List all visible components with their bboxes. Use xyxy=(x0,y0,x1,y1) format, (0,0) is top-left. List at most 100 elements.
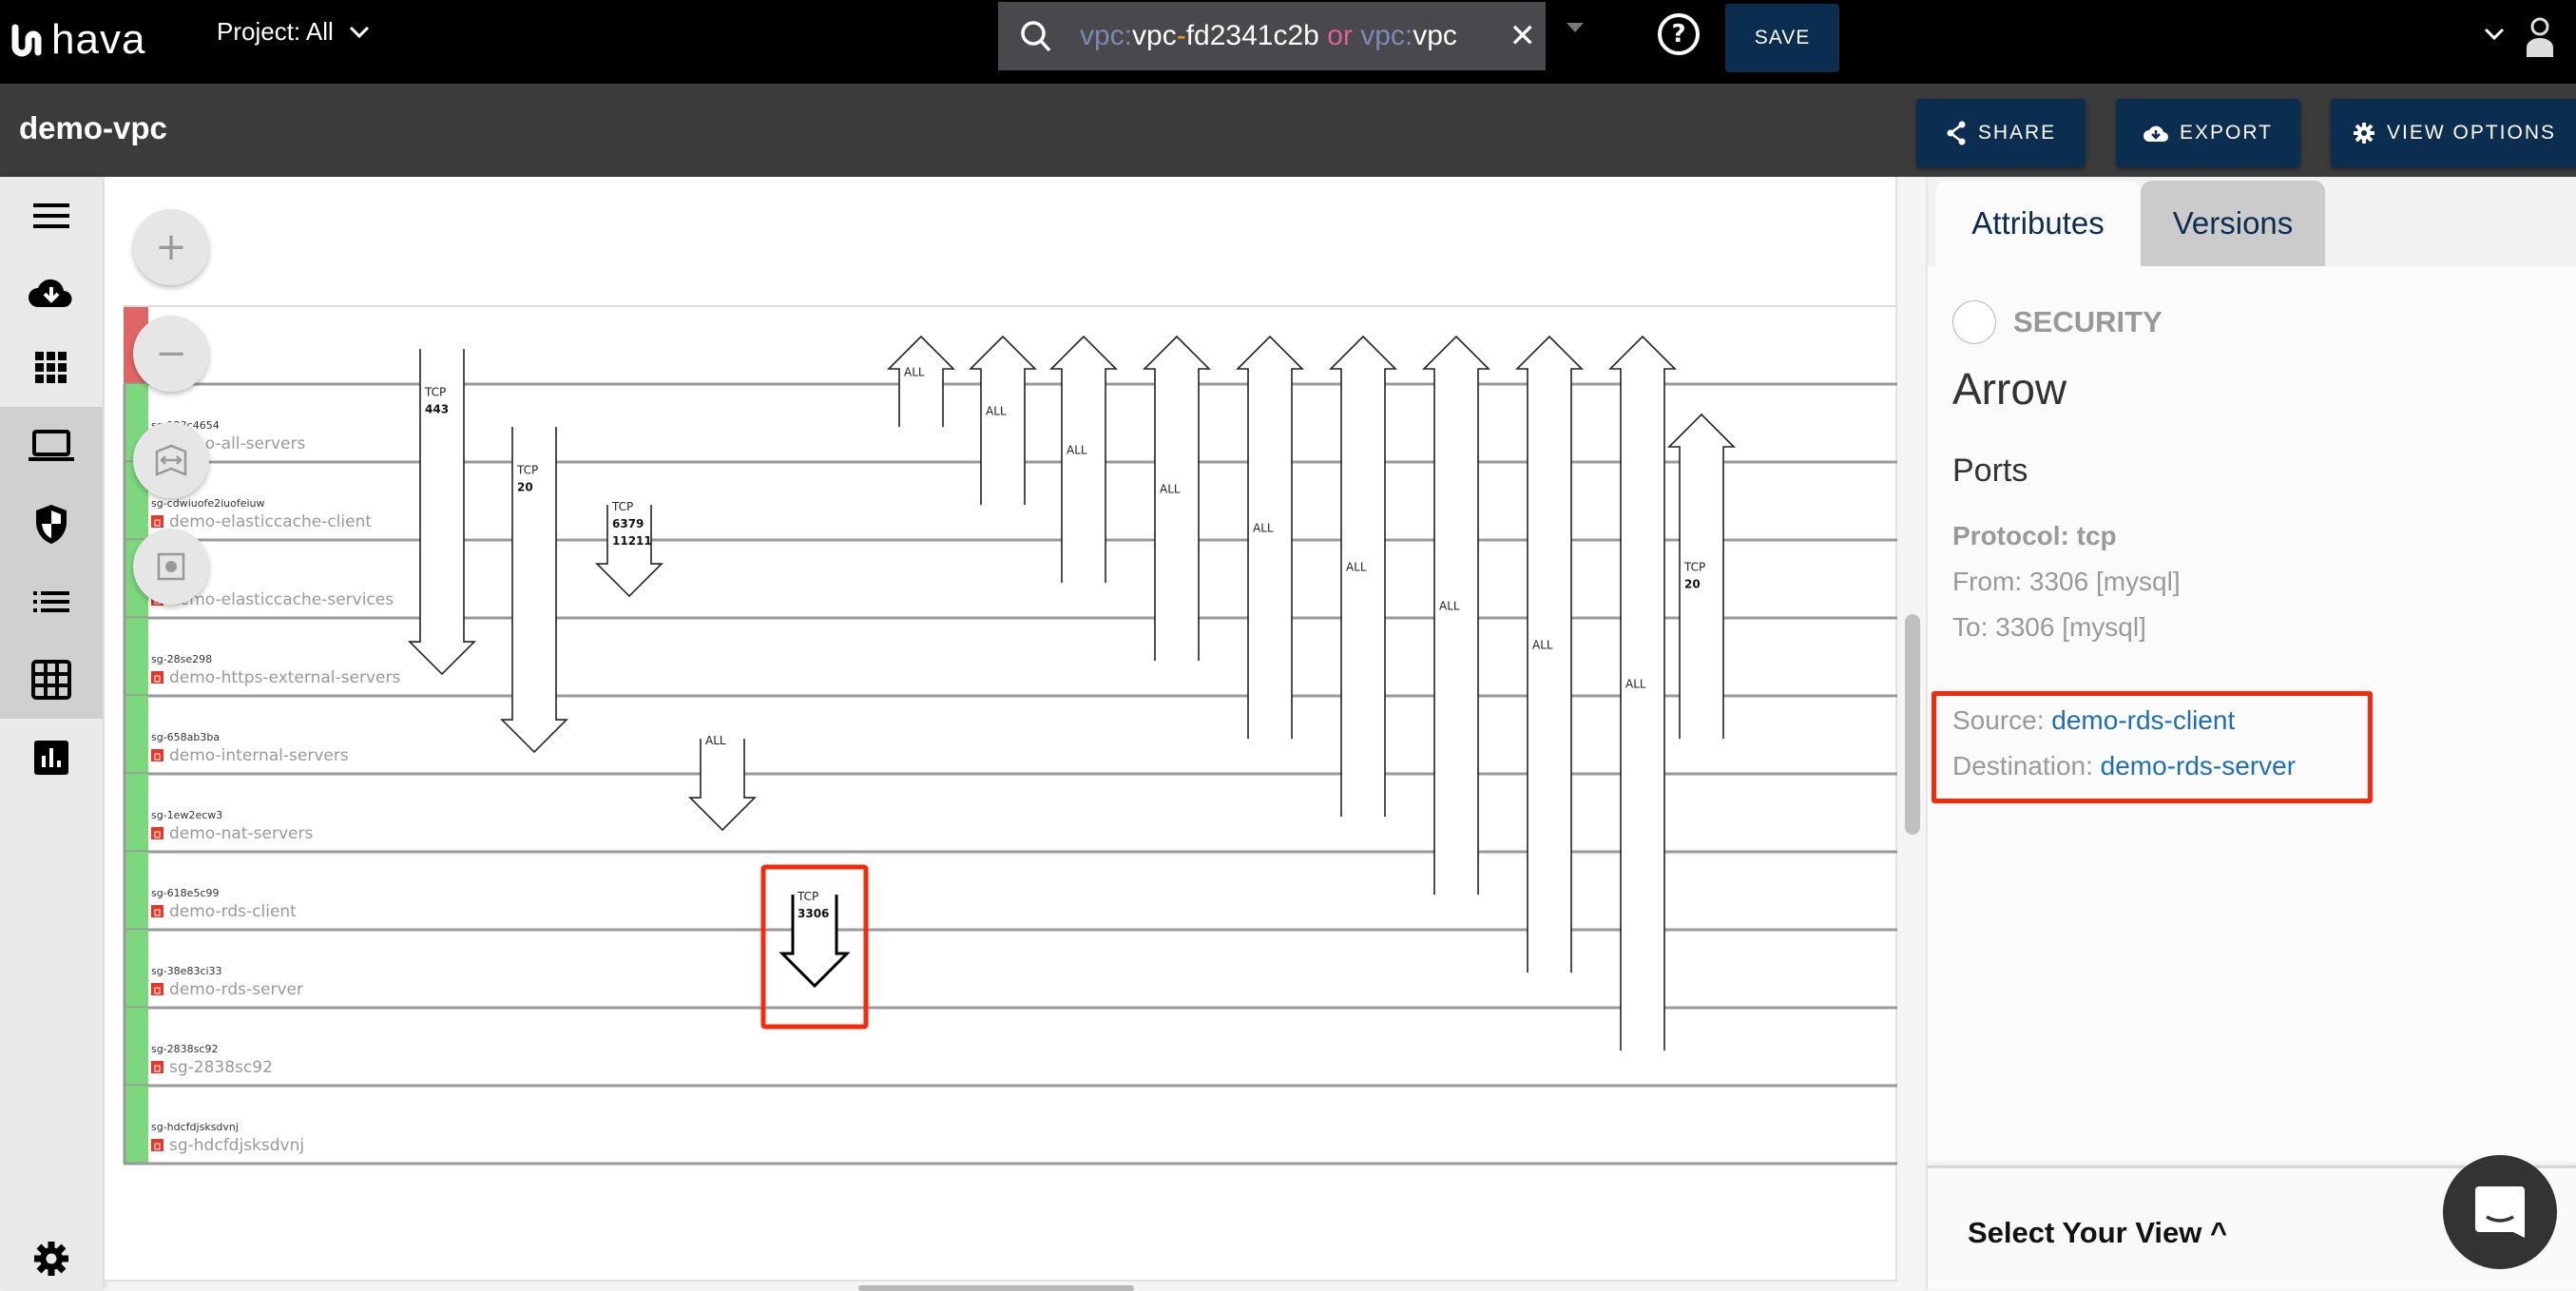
search-dropdown-icon[interactable] xyxy=(1567,23,1584,32)
arrow-protocol-label: ALL xyxy=(1346,561,1367,574)
sidebar-item-menu[interactable] xyxy=(0,177,103,255)
share-label: SHARE xyxy=(1977,122,2057,144)
element-title: Arrow xyxy=(1952,364,2067,414)
arrow-protocol-label: ALL xyxy=(986,405,1007,418)
arrow-protocol-label: ALL xyxy=(1253,522,1274,535)
project-selector[interactable]: Project: All xyxy=(217,17,370,47)
from-port-value: From: 3306 [mysql] xyxy=(1952,567,2181,596)
row-sg-name[interactable]: demo-nat-servers xyxy=(169,824,313,843)
gear-icon xyxy=(2353,123,2374,144)
arrow-port-label: 20 xyxy=(1684,578,1701,591)
sg-row-strip xyxy=(124,696,148,774)
share-button[interactable]: SHARE xyxy=(1916,99,2086,167)
arrow-fill[interactable] xyxy=(971,337,1035,506)
save-button[interactable]: SAVE xyxy=(1725,4,1839,72)
zoom-out-button[interactable]: − xyxy=(133,316,209,392)
cloud-download-icon xyxy=(29,279,72,307)
sidebar-item-import[interactable] xyxy=(0,253,103,331)
attributes-panel: Attributes Versions SECURITY Arrow Ports… xyxy=(1926,177,2576,1289)
security-category: SECURITY xyxy=(1952,300,2163,344)
sidebar-item-apps[interactable] xyxy=(0,329,103,407)
vertical-scrollbar[interactable] xyxy=(1905,614,1920,835)
row-sg-name[interactable]: sg-2838sc92 xyxy=(169,1058,273,1077)
chat-bubble-icon xyxy=(2475,1186,2525,1238)
row-sg-name[interactable]: demo-rds-client xyxy=(169,902,297,921)
help-icon[interactable]: ? xyxy=(1658,13,1700,55)
arrow-protocol-label: ALL xyxy=(1160,483,1181,496)
export-label: EXPORT xyxy=(2180,122,2273,144)
shield-icon xyxy=(36,505,67,544)
hamburger-menu-icon xyxy=(33,203,69,228)
row-sg-name[interactable]: demo-elasticcache-client xyxy=(169,512,372,531)
tab-attributes[interactable]: Attributes xyxy=(1935,181,2141,266)
sg-row-strip xyxy=(124,774,148,852)
search-token: vpc: xyxy=(1080,20,1133,51)
bar-chart-icon xyxy=(34,741,68,775)
search-token: vpc xyxy=(1413,20,1457,51)
row-sg-name[interactable]: demo-internal-servers xyxy=(169,746,349,765)
arrow-port-label: 20 xyxy=(517,480,533,493)
protocol-value: Protocol: tcp xyxy=(1952,521,2117,550)
sg-row-strip xyxy=(124,1008,148,1086)
category-label: SECURITY xyxy=(2013,305,2163,338)
laptop-icon xyxy=(29,430,74,461)
arrow-port-label: 11211 xyxy=(612,534,652,548)
arrow-protocol-label: ALL xyxy=(1439,600,1460,613)
fit-width-icon xyxy=(155,444,187,476)
clear-search-icon[interactable]: ✕ xyxy=(1509,17,1537,55)
arrow-protocol-label: ALL xyxy=(904,366,925,379)
plus-icon: + xyxy=(155,225,187,269)
sg-row-strip xyxy=(124,852,148,930)
row-sg-id: sg-38e83ci33 xyxy=(151,965,222,977)
arrow-port-label: 3306 xyxy=(798,907,829,920)
hava-logo[interactable]: hava xyxy=(11,11,145,68)
user-menu-chevron-icon[interactable] xyxy=(2483,27,2506,42)
search-icon xyxy=(1021,21,1051,52)
share-icon xyxy=(1947,121,1966,145)
highlight-box xyxy=(1932,691,2373,803)
table-grid-icon xyxy=(31,660,71,700)
row-sg-id: sg-1ew2ecw3 xyxy=(151,809,222,821)
row-sg-id: sg-2838sc92 xyxy=(151,1043,218,1055)
row-sg-id: sg-28se298 xyxy=(151,653,212,665)
view-options-label: VIEW OPTIONS xyxy=(2386,122,2556,144)
search-bar[interactable]: vpc:vpc-fd2341c2b or vpc:vpc ✕ xyxy=(998,2,1546,70)
row-sg-name[interactable]: demo-rds-server xyxy=(169,980,303,999)
horizontal-scrollbar[interactable] xyxy=(858,1285,1134,1291)
row-sg-name[interactable]: demo-https-external-servers xyxy=(169,668,400,687)
sidebar-item-list[interactable] xyxy=(0,563,103,641)
row-sg-name[interactable]: sg-hdcfdjsksdvnj xyxy=(169,1136,304,1155)
fit-width-button[interactable] xyxy=(133,422,209,498)
arrow-protocol-label: ALL xyxy=(1532,639,1553,652)
security-group-diagram[interactable]: netsg-123c4654demo-all-serverssg-cdwiuof… xyxy=(105,177,1897,1281)
ports-heading: Ports xyxy=(1952,453,2028,489)
zoom-in-button[interactable]: + xyxy=(133,209,209,285)
arrow-protocol-label: TCP xyxy=(611,500,633,513)
search-input[interactable]: vpc:vpc-fd2341c2b or vpc:vpc xyxy=(1080,20,1498,52)
header-bar: demo-vpc SHARE EXPORT VIEW OPTIONS xyxy=(0,84,2576,177)
tab-versions[interactable]: Versions xyxy=(2141,181,2325,266)
search-token: fd2341c2b xyxy=(1185,20,1328,51)
row-sg-id: sg-cdwiuofe2iuofeiuw xyxy=(151,497,265,510)
apps-grid-icon xyxy=(35,352,67,383)
settings-gear-icon xyxy=(34,1242,68,1276)
cloud-download-icon xyxy=(2143,125,2169,142)
arrow-port-label: 6379 xyxy=(612,517,644,530)
search-token: or xyxy=(1327,20,1361,51)
sidebar-item-table[interactable] xyxy=(0,641,103,719)
sidebar-item-reports[interactable] xyxy=(0,719,103,797)
select-view-toggle[interactable]: Select Your View ^ xyxy=(1968,1216,2227,1250)
security-radio[interactable] xyxy=(1952,300,1996,344)
sidebar-item-security[interactable] xyxy=(0,485,103,563)
sg-row-strip xyxy=(124,930,148,1008)
diagram-canvas[interactable]: netsg-123c4654demo-all-serverssg-cdwiuof… xyxy=(105,177,1897,1281)
arrow-protocol-label: ALL xyxy=(1067,444,1087,457)
center-view-button[interactable] xyxy=(133,529,209,605)
sidebar-item-settings[interactable] xyxy=(0,1230,103,1287)
row-sg-name[interactable]: demo-elasticcache-services xyxy=(169,590,394,609)
export-button[interactable]: EXPORT xyxy=(2116,99,2300,167)
view-options-button[interactable]: VIEW OPTIONS xyxy=(2331,99,2576,167)
sidebar-item-infrastructure[interactable] xyxy=(0,407,103,485)
user-avatar-icon[interactable] xyxy=(2525,17,2555,59)
chat-launcher-button[interactable] xyxy=(2443,1155,2557,1269)
